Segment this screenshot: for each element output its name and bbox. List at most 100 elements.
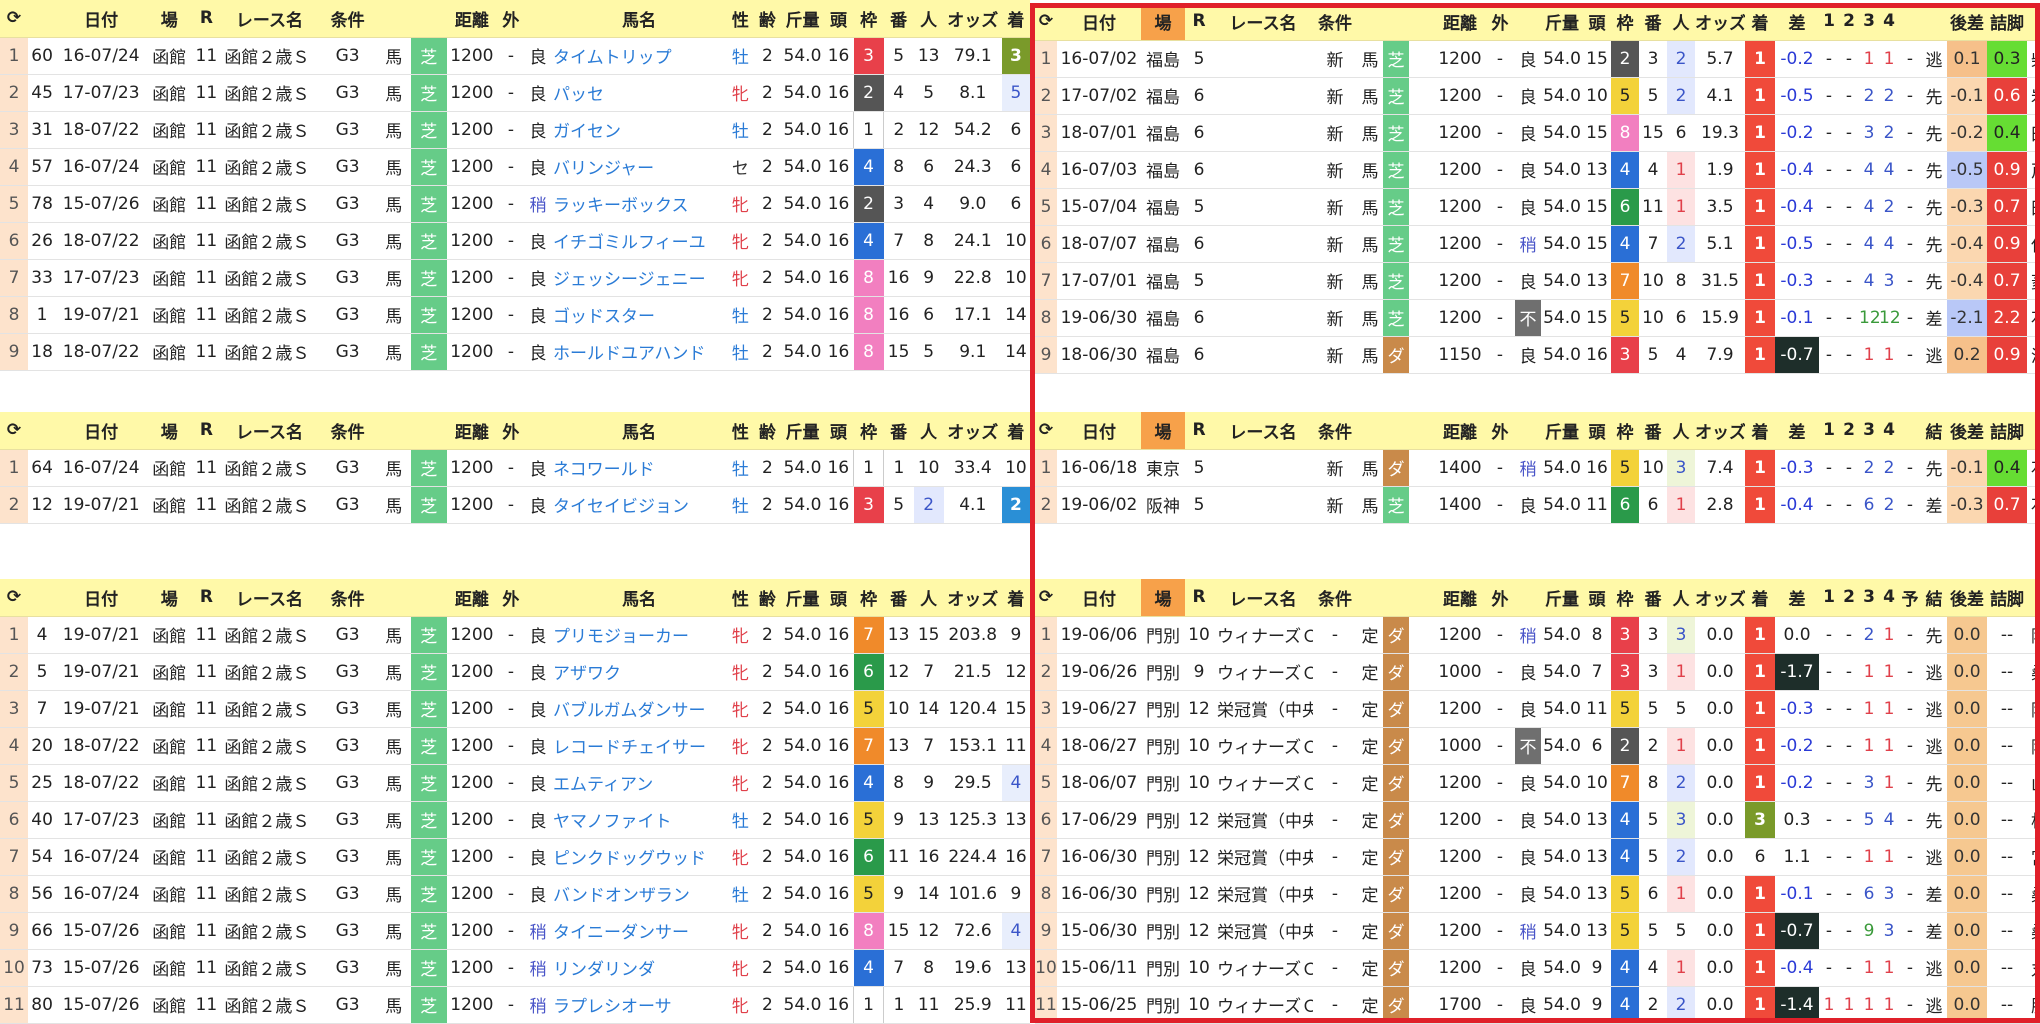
table-row[interactable]: 2 17-07/02 福島 6 新馬芝 1200- 良 54.0 10 5 5 2 4.1 1 -0.5- -… (1035, 77, 2040, 115)
horse-name-link[interactable]: ゴッドスター (551, 296, 728, 334)
refresh-icon[interactable]: ⟳ (1035, 579, 1057, 617)
table-row[interactable]: 1 4 19-07/21 函館 11 函館２歳Ｓ G3 馬芝 1200- 良プリモジョーカー牝 2 5… (0, 616, 1030, 654)
carried-weight: 54.0 (781, 37, 824, 75)
table-row[interactable]: 8 19-06/30 福島 6 新馬芝 1200- 不 54.0 15 5 10 6 15.9 1 -0.1… (1035, 299, 2040, 337)
table-row[interactable]: 9 66 15-07/26 函館 11 函館２歳Ｓ G3 馬芝 1200- 稍タイニーダンサー牝 2… (0, 912, 1030, 950)
table-row[interactable]: 1 64 16-07/24 函館 11 函館２歳Ｓ G3 馬芝 1200- 良ネコワールド牡 2 54… (0, 448, 1030, 487)
refresh-icon[interactable]: ⟳ (0, 0, 29, 38)
table-row[interactable]: 3 31 18-07/22 函館 11 函館２歳Ｓ G3 馬芝 1200- 良ガイセン牡 2 54.0… (0, 110, 1030, 149)
table-row[interactable]: 3 19-06/27 門別 12 栄冠賞（中央 - 定ダ 1200- 良 54.0 11 5 5 5 0.0… (1035, 690, 2040, 728)
horse-name-link[interactable]: ガイセン (551, 111, 728, 149)
table-row[interactable]: 5 78 15-07/26 函館 11 函館２歳Ｓ G3 馬芝 1200- 稍ラッキーボックス牝 2… (0, 185, 1030, 223)
surface-badge: 芝 (1383, 262, 1409, 300)
table-row[interactable]: 7 17-07/01 福島 5 新馬芝 1200- 良 54.0 13 7 10 8 31.5 1 -0.3… (1035, 262, 2040, 300)
horse-name-link[interactable]: リンダリンダ (551, 949, 728, 987)
table-row[interactable]: 5 18-06/07 門別 10 ウィナーズＣ - 定ダ 1200- 良 54.0 10 7 8 2 0.0… (1035, 764, 2040, 802)
table-row[interactable]: 4 20 18-07/22 函館 11 函館２歳Ｓ G3 馬芝 1200- 良レコードチェイサー牝… (0, 727, 1030, 765)
table-row[interactable]: 1 16-07/02 福島 5 新馬芝 1200- 良 54.0 15 2 3 2 5.7 1 -0.2- -… (1035, 40, 2040, 78)
table-row[interactable]: 1 60 16-07/24 函館 11 函館２歳Ｓ G3 馬芝 1200- 良タイムトリップ牡 2 5… (0, 37, 1030, 75)
table-row[interactable]: 10 73 15-07/26 函館 11 函館２歳Ｓ G3 馬芝 1200- 稍リンダリンダ牝 2 5… (0, 949, 1030, 987)
table-row[interactable]: 2 12 19-07/21 函館 11 函館２歳Ｓ G3 馬芝 1200- 良タイセイビジョン牡 2… (0, 486, 1030, 524)
row-index: 8 (0, 875, 29, 913)
horse-name-link[interactable]: バリンジャー (551, 148, 728, 186)
surface-badge: 芝 (1383, 486, 1409, 524)
column-header: 齢 (753, 579, 782, 617)
horse-name-link[interactable]: バンドオンザラン (551, 875, 728, 913)
horse-name-link[interactable]: イチゴミルフィーユ (551, 222, 728, 260)
race-condition: 定 (1357, 838, 1383, 876)
race-date: 17-06/29 (1057, 801, 1141, 839)
horse-name-link[interactable]: レコードチェイサー (551, 727, 728, 765)
table-row[interactable]: 2 19-06/02 阪神 5 新馬芝 1400- 良 54.0 11 6 6 1 2.8 1 -0.4- -… (1035, 486, 2040, 524)
carried-weight: 54.0 (781, 74, 824, 112)
table-row[interactable]: 6 17-06/29 門別 12 栄冠賞（中央 - 定ダ 1200- 良 54.0 13 4 5 3 0.0… (1035, 801, 2040, 839)
table-row[interactable]: 5 25 18-07/22 函館 11 函館２歳Ｓ G3 馬芝 1200- 良エムティアン牝 2 54… (0, 764, 1030, 802)
race-number: 11 (192, 875, 221, 913)
horse-name-link[interactable]: ジェッシージェニー (551, 259, 728, 297)
table-row[interactable]: 8 1 19-07/21 函館 11 函館２歳Ｓ G3 馬芝 1200- 良ゴッドスター牡 2 54.… (0, 296, 1030, 334)
table-row[interactable]: 2 19-06/26 門別 9 ウィナーズＣ - 定ダ 1000- 良 54.0 7 3 3 1 0.0 1-… (1035, 653, 2040, 691)
race-number: 11 (192, 801, 221, 839)
outer-course: - (1485, 949, 1515, 987)
refresh-icon[interactable]: ⟳ (1035, 412, 1057, 450)
horse-name-link[interactable]: タイセイビジョン (551, 486, 728, 524)
closing-speed: 0.9 (1987, 225, 2027, 263)
table-row[interactable]: 8 56 16-07/24 函館 11 函館２歳Ｓ G3 馬芝 1200- 良バンドオンザラン牡 2… (0, 875, 1030, 913)
table-row[interactable]: 4 57 16-07/24 函館 11 函館２歳Ｓ G3 馬芝 1200- 良バリンジャーセ 2 54… (0, 148, 1030, 186)
table-row[interactable]: 6 26 18-07/22 函館 11 函館２歳Ｓ G3 馬芝 1200- 良イチゴミルフィーユ牝… (0, 222, 1030, 260)
horse-name-link[interactable]: エムティアン (551, 764, 728, 802)
column-header (28, 0, 57, 38)
table-row[interactable]: 3 18-07/01 福島 6 新馬芝 1200- 良 54.0 15 8 15 6 19.3 1 -0.2… (1035, 114, 2040, 152)
table-row[interactable]: 9 18-06/30 福島 6 新馬ダ 1150- 良 54.0 16 3 5 4 7.9 1 -0.7- -… (1035, 336, 2040, 374)
table-row[interactable]: 3 7 19-07/21 函館 11 函館２歳Ｓ G3 馬芝 1200- 良バブルガムダンサー牝 2… (0, 690, 1030, 728)
table-row[interactable]: 1 19-06/06 門別 10 ウィナーズＣ - 定ダ 1200- 稍 54.0 8 3 3 3 0.0 1… (1035, 616, 2040, 654)
table-row[interactable]: 9 18 18-07/22 函館 11 函館２歳Ｓ G3 馬芝 1200- 良ホールドユアハンド牡… (0, 333, 1030, 371)
table-row[interactable]: 7 54 16-07/24 函館 11 函館２歳Ｓ G3 馬芝 1200- 良ピンクドッグウッド牝… (0, 838, 1030, 876)
refresh-icon[interactable]: ⟳ (0, 412, 29, 450)
horse-name-link[interactable]: ラッキーボックス (551, 185, 728, 223)
race-condition: 馬 (1357, 449, 1383, 487)
refresh-icon[interactable]: ⟳ (1035, 3, 1057, 41)
horse-name-link[interactable]: ラプレシオーサ (551, 986, 728, 1024)
horse-name-link[interactable]: プリモジョーカー (551, 616, 728, 654)
horse-name-link[interactable]: アザワク (551, 653, 728, 691)
table-row[interactable]: 1 16-06/18 東京 5 新馬ダ 1400- 稍 54.0 16 5 10 3 7.4 1 -0.3-… (1035, 449, 2040, 487)
column-header: 差 (1775, 579, 1819, 617)
outer-course: - (496, 296, 525, 334)
table-row[interactable]: 2 5 19-07/21 函館 11 函館２歳Ｓ G3 馬芝 1200- 良アザワク牝 2 54.0 1… (0, 653, 1030, 691)
table-row[interactable]: 6 18-07/07 福島 6 新馬芝 1200- 稍 54.0 15 4 7 2 5.1 1 -0.5- -… (1035, 225, 2040, 263)
table-row[interactable]: 8 16-06/30 門別 12 栄冠賞（中央 - 定ダ 1200- 良 54.0 13 5 6 1 0.0… (1035, 875, 2040, 913)
outer-course: - (1485, 299, 1515, 337)
table-row[interactable]: 11 80 15-07/26 函館 11 函館２歳Ｓ G3 馬芝 1200- 稍ラプレシオーサ牝 2… (0, 985, 1030, 1024)
finish-position: 16 (1001, 838, 1030, 876)
horse-name-link[interactable]: パッセ (551, 74, 728, 112)
table-row[interactable]: 6 40 17-07/23 函館 11 函館２歳Ｓ G3 馬芝 1200- 良ヤマノファイト牡 2 5… (0, 801, 1030, 839)
prediction: - (1899, 188, 1921, 226)
table-row[interactable]: 4 16-07/03 福島 6 新馬芝 1200- 良 54.0 13 4 4 1 1.9 1 -0.4- -… (1035, 151, 2040, 189)
horse-age: 2 (753, 986, 782, 1024)
table-row[interactable]: 4 18-06/27 門別 10 ウィナーズＣ - 定ダ 1000- 不 54.0 6 2 2 1 0.0 1… (1035, 727, 2040, 765)
table-row[interactable]: 10 15-06/11 門別 10 ウィナーズＣ - 定ダ 1200- 良 54.0 9 4 4 1 0.0… (1035, 949, 2040, 987)
gate-badge: 4 (1611, 838, 1639, 876)
horse-sex: 牡 (727, 875, 754, 913)
table-row[interactable]: 7 33 17-07/23 函館 11 函館２歳Ｓ G3 馬芝 1200- 良ジェッシージェニー牝… (0, 259, 1030, 297)
corner-1: - (1819, 912, 1839, 950)
column-header: 番 (1639, 3, 1667, 41)
table-row[interactable]: 5 15-07/04 福島 5 新馬芝 1200- 良 54.0 15 6 11 1 3.5 1 -0.4-… (1035, 188, 2040, 226)
horse-name-link[interactable]: ネコワールド (551, 449, 728, 487)
table-row[interactable]: 9 15-06/30 門別 12 栄冠賞（中央 - 定ダ 1200- 稍 54.0 13 5 5 5 0.0… (1035, 912, 2040, 950)
horse-name-link[interactable]: ヤマノファイト (551, 801, 728, 839)
race-class: - (1313, 912, 1357, 950)
table-row[interactable]: 7 16-06/30 門別 12 栄冠賞（中央 - 定ダ 1200- 良 54.0 13 4 5 2 0.0… (1035, 838, 2040, 876)
horse-name-link[interactable]: タイニーダンサー (551, 912, 728, 950)
refresh-icon[interactable]: ⟳ (0, 579, 29, 617)
gate-badge: 6 (853, 653, 884, 691)
horse-name-link[interactable]: ホールドユアハンド (551, 333, 728, 371)
horse-name-link[interactable]: ピンクドッグウッド (551, 838, 728, 876)
table-row[interactable]: 11 15-06/25 門別 10 ウィナーズＣ - 定ダ 1700- 良 54.0 9 4 2 2 0.0… (1035, 986, 2040, 1024)
distance: 1200 (446, 727, 497, 765)
table-row[interactable]: 2 45 17-07/23 函館 11 函館２歳Ｓ G3 馬芝 1200- 良パッセ牝 2 54.0 1… (0, 74, 1030, 112)
horse-name-link[interactable]: バブルガムダンサー (551, 690, 728, 728)
horse-name-link[interactable]: タイムトリップ (551, 37, 728, 75)
race-number: 11 (192, 727, 221, 765)
